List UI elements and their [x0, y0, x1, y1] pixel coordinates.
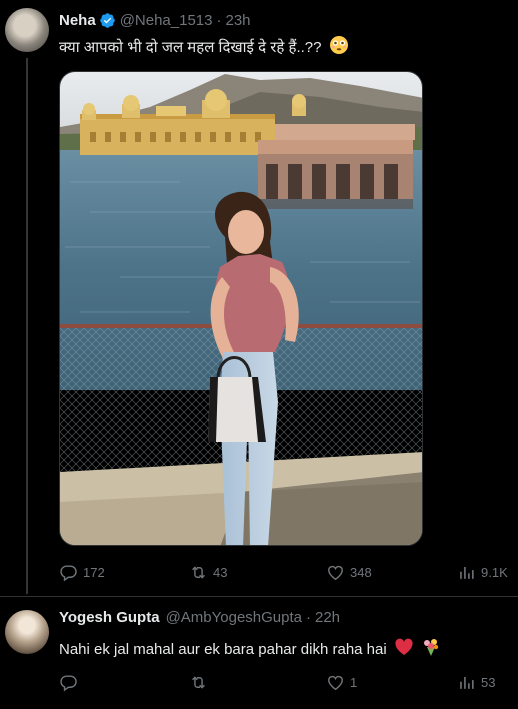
author-name[interactable]: Yogesh Gupta: [59, 609, 160, 626]
separator-dot: ·: [306, 609, 311, 626]
like-count: 348: [350, 565, 372, 580]
reply-icon: [60, 675, 77, 692]
tweet-actions: 172 43 348 9.1K: [59, 563, 509, 587]
thread-line: [26, 58, 28, 594]
views-count: 9.1K: [481, 565, 508, 580]
reply-button[interactable]: 172: [59, 563, 105, 582]
like-count: 1: [350, 675, 358, 690]
views-icon: [460, 566, 474, 579]
views-icon: [460, 676, 474, 689]
bouquet-icon: [424, 639, 439, 656]
timestamp[interactable]: 23h: [226, 12, 251, 29]
tweet-header: Neha @Neha_1513 · 23h: [59, 12, 251, 29]
repost-count: 43: [213, 565, 228, 580]
heart-icon: [328, 565, 343, 581]
author-name[interactable]: Neha: [59, 12, 96, 29]
heart-icon: [328, 675, 343, 691]
views-button[interactable]: 9.1K: [457, 563, 508, 582]
like-button[interactable]: 1: [326, 673, 357, 692]
avatar[interactable]: [5, 610, 49, 654]
author-handle[interactable]: @Neha_1513: [120, 12, 213, 29]
reply-actions: 1 53: [59, 673, 509, 697]
reply-icon: [60, 565, 77, 582]
repost-icon: [192, 676, 205, 689]
tweet-text: क्या आपको भी दो जल महल दिखाई दे रहे हैं.…: [59, 35, 349, 58]
timestamp[interactable]: 22h: [315, 609, 340, 626]
repost-button[interactable]: [189, 673, 213, 692]
verified-badge-icon: [99, 13, 115, 28]
photo-jal-mahal: [60, 72, 422, 545]
views-button[interactable]: 53: [457, 673, 495, 692]
tweet-photo[interactable]: [59, 71, 423, 546]
avatar[interactable]: [5, 8, 49, 52]
repost-icon: [192, 566, 205, 579]
separator-dot: ·: [216, 12, 222, 29]
reply-header: Yogesh Gupta @AmbYogeshGupta · 22h: [59, 609, 340, 626]
reply-text: Nahi ek jal mahal aur ek bara pahar dikh…: [59, 637, 441, 660]
red-heart-icon: [395, 638, 413, 655]
flushed-face-icon: [329, 36, 348, 54]
tweet-main[interactable]: Neha @Neha_1513 · 23h क्या आपको भी दो जल…: [0, 0, 518, 596]
views-count: 53: [481, 675, 496, 690]
tweet-text-content: क्या आपको भी दो जल महल दिखाई दे रहे हैं.…: [59, 39, 322, 56]
repost-button[interactable]: 43: [189, 563, 227, 582]
reply-button[interactable]: [59, 673, 83, 692]
author-handle[interactable]: @AmbYogeshGupta: [166, 609, 302, 626]
reply-count: 172: [83, 565, 105, 580]
tweet-reply[interactable]: Yogesh Gupta @AmbYogeshGupta · 22h Nahi …: [0, 597, 518, 709]
reply-text-content: Nahi ek jal mahal aur ek bara pahar dikh…: [59, 641, 387, 658]
like-button[interactable]: 348: [326, 563, 372, 582]
